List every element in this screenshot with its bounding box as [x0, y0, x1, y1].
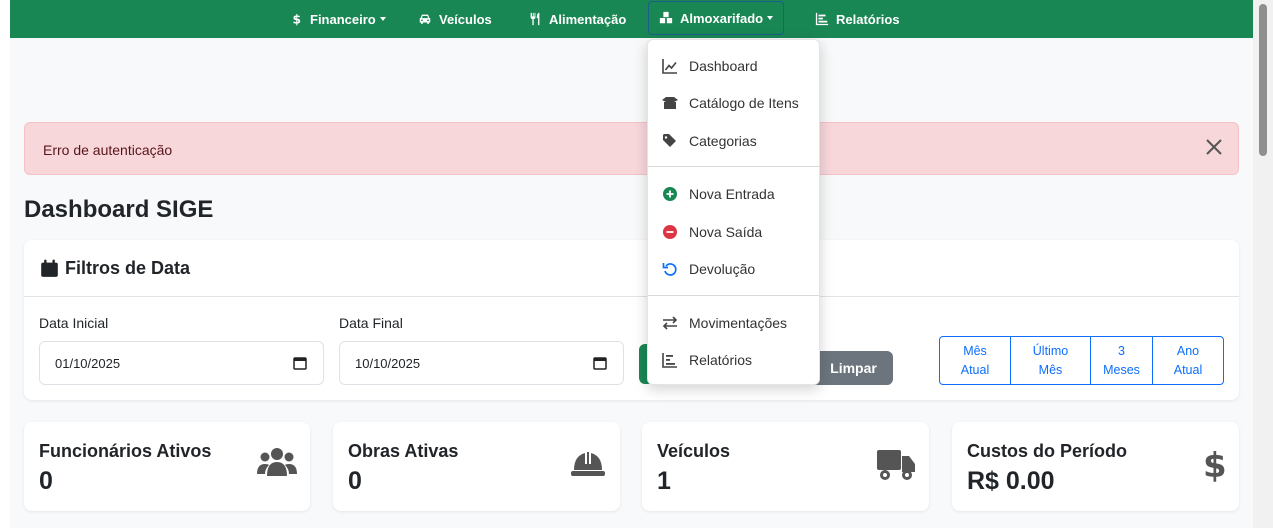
quick-3-months-button[interactable]: 3 Meses — [1090, 336, 1153, 385]
dropdown-item-catalog[interactable]: Catálogo de Itens — [648, 86, 819, 120]
stat-card-vehicles: Veículos 1 — [642, 422, 929, 511]
quick-btn-line1: Mês — [963, 343, 987, 358]
date-filter-card: Filtros de Data Data Inicial 01/10/2025 … — [24, 240, 1239, 400]
quick-btn-line2: Atual — [1173, 362, 1203, 377]
dropdown-item-reports[interactable]: Relatórios — [648, 343, 819, 377]
dropdown-item-dashboard[interactable]: Dashboard — [648, 49, 819, 83]
quick-btn-line2: Mês — [1038, 362, 1063, 377]
nav-veiculos[interactable]: Veículos — [418, 0, 492, 38]
dropdown-item-new-entry[interactable]: Nova Entrada — [648, 177, 819, 211]
dropdown-item-label: Devolução — [689, 261, 756, 277]
stat-value: 0 — [39, 467, 53, 495]
chart-bar-icon — [662, 353, 677, 368]
nav-financeiro[interactable]: $ Financeiro — [289, 0, 386, 38]
calendar-picker-icon[interactable] — [293, 356, 307, 370]
stat-card-costs: Custos do Período R$ 0.00 $ — [952, 422, 1239, 511]
plus-circle-icon — [663, 187, 677, 201]
stat-card-employees: Funcionários Ativos 0 — [24, 422, 310, 511]
stat-title: Custos do Período — [967, 441, 1128, 461]
box-open-icon — [662, 97, 678, 109]
quick-btn-line2: Meses — [1103, 362, 1140, 377]
dropdown-item-label: Nova Entrada — [689, 186, 775, 202]
page-title: Dashboard SIGE — [24, 196, 214, 223]
dropdown-item-new-exit[interactable]: Nova Saída — [648, 215, 819, 249]
quick-btn-line1: 3 — [1118, 343, 1125, 358]
stat-title: Obras Ativas — [348, 441, 459, 461]
start-date-input[interactable]: 01/10/2025 — [39, 341, 324, 385]
chart-icon — [815, 12, 829, 26]
filter-card-title: Filtros de Data — [65, 257, 191, 278]
almoxarifado-dropdown-menu: Dashboard Catálogo de Itens Categorias N… — [647, 39, 820, 385]
svg-text:$: $ — [293, 12, 302, 26]
clear-button[interactable]: Limpar — [814, 351, 893, 385]
dropdown-item-label: Catálogo de Itens — [689, 95, 799, 111]
dropdown-item-label: Movimentações — [689, 315, 788, 331]
svg-text:$: $ — [1203, 448, 1226, 482]
stat-card-works: Obras Ativas 0 — [333, 422, 620, 511]
line-chart-icon — [662, 59, 677, 74]
dropdown-item-label: Nova Saída — [689, 224, 763, 240]
stat-value: 0 — [348, 467, 362, 495]
filter-card-header: Filtros de Data — [24, 240, 1239, 297]
utensils-icon — [530, 12, 540, 26]
page-scrollbar[interactable] — [1253, 0, 1273, 528]
truck-icon — [877, 450, 915, 480]
alert-message: Erro de autenticação — [43, 142, 173, 158]
start-date-label: Data Inicial — [39, 315, 109, 331]
stat-title: Funcionários Ativos — [39, 441, 212, 461]
minus-circle-icon — [663, 225, 677, 239]
alert-close-button[interactable] — [1202, 135, 1226, 159]
dropdown-item-movements[interactable]: Movimentações — [648, 306, 819, 340]
dropdown-item-categories[interactable]: Categorias — [648, 124, 819, 158]
close-icon — [1206, 139, 1222, 155]
nav-alimentacao[interactable]: Alimentação — [528, 0, 626, 38]
nav-relatorios[interactable]: Relatórios — [815, 0, 900, 38]
nav-relatorios-label: Relatórios — [836, 11, 900, 27]
end-date-input[interactable]: 10/10/2025 — [339, 341, 624, 385]
clear-button-label: Limpar — [830, 360, 877, 376]
calendar-picker-icon[interactable] — [593, 356, 607, 370]
error-alert: Erro de autenticação — [24, 122, 1239, 175]
boxes-icon — [659, 11, 673, 24]
dropdown-item-return[interactable]: Devolução — [648, 252, 819, 286]
dollar-icon: $ — [293, 12, 302, 26]
quick-btn-line1: Ano — [1176, 343, 1200, 358]
quick-current-year-button[interactable]: Ano Atual — [1152, 336, 1224, 385]
quick-btn-line2: Atual — [960, 362, 990, 377]
hard-hat-icon — [571, 452, 605, 476]
car-icon — [419, 14, 431, 24]
dropdown-divider — [648, 166, 819, 167]
tags-icon — [663, 134, 676, 147]
nav-almoxarifado[interactable]: Almoxarifado — [648, 1, 785, 35]
top-navbar: $ Financeiro Veículos Alimentação Almoxa… — [10, 0, 1253, 38]
dropdown-item-label: Dashboard — [689, 58, 758, 74]
chevron-down-icon — [379, 17, 386, 21]
quick-btn-line1: Último — [1032, 343, 1069, 358]
quick-period-buttons: Mês Atual Último Mês 3 Meses Ano Atual — [939, 336, 1224, 385]
stat-value: R$ 0.00 — [967, 467, 1055, 495]
dropdown-item-label: Categorias — [689, 133, 757, 149]
quick-current-month-button[interactable]: Mês Atual — [939, 336, 1011, 385]
end-date-label: Data Final — [339, 315, 403, 331]
undo-icon — [662, 263, 677, 276]
calendar-icon — [41, 259, 58, 277]
stat-title: Veículos — [657, 441, 731, 461]
dropdown-item-label: Relatórios — [689, 352, 753, 368]
page-edge — [0, 0, 10, 528]
chevron-down-icon — [767, 16, 774, 20]
dropdown-divider — [648, 295, 819, 296]
start-date-value: 01/10/2025 — [55, 355, 121, 371]
quick-last-month-button[interactable]: Último Mês — [1010, 336, 1091, 385]
stat-value: 1 — [657, 467, 671, 495]
dollar-icon: $ — [1203, 448, 1226, 482]
nav-financeiro-label: Financeiro — [310, 11, 376, 27]
users-icon — [257, 448, 297, 476]
nav-almoxarifado-label: Almoxarifado — [680, 10, 764, 26]
exchange-icon — [662, 316, 678, 330]
scrollbar-thumb[interactable] — [1259, 4, 1267, 156]
end-date-value: 10/10/2025 — [355, 355, 421, 371]
nav-veiculos-label: Veículos — [439, 11, 492, 27]
nav-alimentacao-label: Alimentação — [549, 11, 627, 27]
